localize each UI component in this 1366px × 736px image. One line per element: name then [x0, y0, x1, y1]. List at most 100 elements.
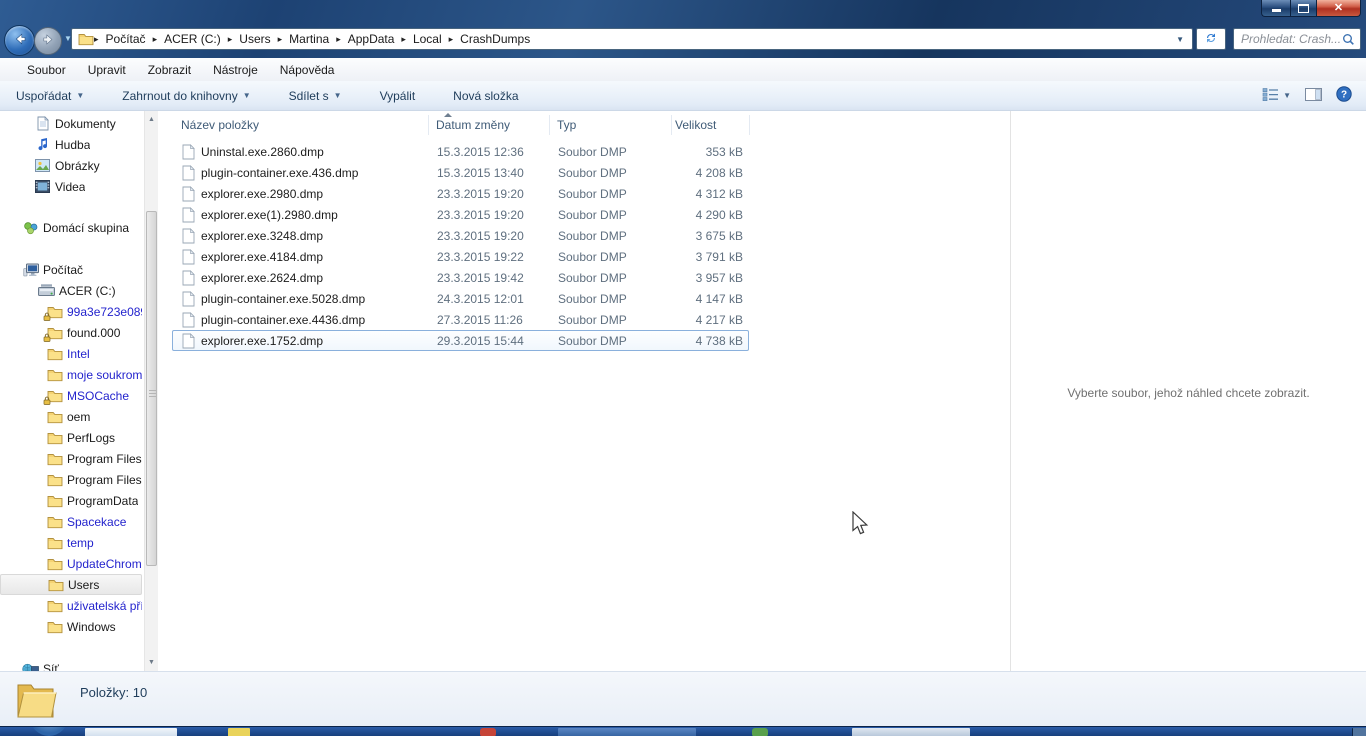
tree-item[interactable]: Windows — [0, 616, 142, 637]
tree-item[interactable]: Dokumenty — [0, 113, 142, 134]
maximize-button[interactable] — [1290, 0, 1317, 17]
table-row[interactable]: explorer.exe.1752.dmp29.3.2015 15:44Soub… — [172, 330, 749, 351]
breadcrumb-segment[interactable]: Počítač — [99, 32, 153, 46]
tree-item[interactable]: Intel — [0, 343, 142, 364]
table-row[interactable]: plugin-container.exe.4436.dmp 27.3.2015 1… — [172, 309, 749, 330]
scroll-up-icon[interactable]: ▲ — [145, 112, 158, 127]
table-row[interactable]: Uninstal.exe.2860.dmp15.3.2015 12:36Soub… — [172, 141, 749, 162]
views-button[interactable]: ▼ — [1262, 88, 1291, 104]
table-row[interactable]: explorer.exe.4184.dmp23.3.2015 19:22Soub… — [172, 246, 749, 267]
taskbar-icon-notes[interactable] — [228, 728, 250, 736]
scrollbar-thumb[interactable] — [146, 211, 157, 566]
tree-item[interactable]: ACER (C:) — [0, 280, 142, 301]
breadcrumb-segment[interactable]: ACER (C:) — [157, 32, 228, 46]
sidebar-scrollbar[interactable]: ▲ ▼ — [144, 111, 158, 671]
table-row[interactable]: explorer.exe.2624.dmp23.3.2015 19:42Soub… — [172, 267, 749, 288]
network-icon — [22, 662, 39, 672]
taskbar-icon-red[interactable] — [480, 728, 496, 736]
close-button[interactable]: ✕ — [1317, 0, 1361, 17]
tree-item[interactable]: Program Files ( — [0, 469, 142, 490]
tree-item[interactable]: ProgramData — [0, 490, 142, 511]
tree-item[interactable]: temp — [0, 532, 142, 553]
forward-button[interactable] — [34, 27, 62, 55]
taskbar-icon-green[interactable] — [752, 728, 768, 736]
table-row[interactable]: plugin-container.exe.5028.dmp24.3.2015 1… — [172, 288, 749, 309]
picture-icon — [34, 159, 51, 172]
tree-item-label: Windows — [67, 620, 116, 634]
menu-item[interactable]: Zobrazit — [137, 63, 202, 77]
tree-item[interactable]: PerfLogs — [0, 427, 142, 448]
breadcrumb-segment[interactable]: Martina — [282, 32, 336, 46]
column-divider[interactable] — [749, 115, 750, 135]
menu-item[interactable]: Nápověda — [269, 63, 346, 77]
command-toolbar: Uspořádat▼ Zahrnout do knihovny▼ Sdílet s▼… — [0, 81, 1366, 111]
scroll-down-icon[interactable]: ▼ — [145, 655, 158, 670]
folder-large-icon — [14, 676, 58, 726]
menu-item[interactable]: Nástroje — [202, 63, 269, 77]
tree-item[interactable]: Domácí skupina — [0, 217, 142, 238]
file-date: 23.3.2015 19:20 — [437, 229, 524, 243]
folder-icon — [46, 389, 63, 403]
help-button[interactable]: ? — [1336, 86, 1352, 105]
back-button[interactable] — [4, 25, 35, 56]
taskbar-button-explorer[interactable] — [85, 728, 177, 736]
table-row[interactable]: explorer.exe.3248.dmp23.3.2015 19:20Soub… — [172, 225, 749, 246]
tree-item[interactable]: Spacekace — [0, 511, 142, 532]
column-header-type[interactable]: Typ — [557, 118, 576, 132]
file-type: Soubor DMP — [558, 334, 627, 348]
show-desktop-button[interactable] — [1352, 728, 1366, 736]
tree-item[interactable]: Program Files — [0, 448, 142, 469]
tree-item[interactable]: MSOCache — [0, 385, 142, 406]
tree-item[interactable]: Síť — [0, 658, 142, 671]
window-controls: ✕ — [1261, 0, 1361, 17]
tree-item[interactable]: Obrázky — [0, 155, 142, 176]
breadcrumb-segment[interactable]: CrashDumps — [453, 32, 537, 46]
column-divider[interactable] — [671, 115, 672, 135]
column-header-name[interactable]: Název položky — [181, 118, 259, 132]
tree-item[interactable]: Počítač — [0, 259, 142, 280]
taskbar-button-gray[interactable] — [852, 728, 970, 736]
column-header-size[interactable]: Velikost — [675, 118, 716, 132]
menu-item[interactable]: Upravit — [77, 63, 137, 77]
tree-item[interactable]: oem — [0, 406, 142, 427]
chevron-down-icon: ▼ — [76, 91, 84, 100]
search-icon[interactable] — [1342, 33, 1355, 46]
dmp-file-icon — [182, 165, 195, 181]
breadcrumb-segment[interactable]: AppData — [341, 32, 402, 46]
tree-item[interactable]: UpdateChrome — [0, 553, 142, 574]
refresh-button[interactable] — [1196, 28, 1226, 50]
breadcrumb-segment[interactable]: Users — [232, 32, 277, 46]
breadcrumb-segment[interactable]: Local — [406, 32, 449, 46]
tree-item[interactable]: uživatelská přír — [0, 595, 142, 616]
file-date: 27.3.2015 11:26 — [437, 313, 523, 327]
toolbar-button[interactable]: Vypálit — [368, 84, 428, 108]
dmp-file-icon — [182, 249, 195, 265]
table-row[interactable]: explorer.exe(1).2980.dmp23.3.2015 19:20S… — [172, 204, 749, 225]
file-name: plugin-container.exe.4436.dmp — [201, 313, 365, 327]
toolbar-button[interactable]: Uspořádat▼ — [4, 84, 96, 108]
toolbar-button[interactable]: Nová složka — [441, 84, 530, 108]
address-history-caret-icon[interactable]: ▼ — [1168, 35, 1192, 44]
column-divider[interactable] — [549, 115, 550, 135]
search-input[interactable] — [1234, 31, 1342, 47]
folder-icon — [46, 515, 63, 529]
tree-item[interactable]: Hudba — [0, 134, 142, 155]
tree-item[interactable]: moje soukrom — [0, 364, 142, 385]
tree-item[interactable]: Videa — [0, 176, 142, 197]
tree-item[interactable]: Users — [0, 574, 142, 595]
column-divider[interactable] — [428, 115, 429, 135]
table-row[interactable]: explorer.exe.2980.dmp23.3.2015 19:20Soub… — [172, 183, 749, 204]
taskbar-button-blue[interactable] — [558, 728, 696, 736]
tree-item[interactable]: found.000 — [0, 322, 142, 343]
preview-pane-button[interactable] — [1305, 88, 1322, 104]
column-header-date[interactable]: Datum změny — [436, 118, 510, 132]
address-bar[interactable]: ▸Počítač▸ACER (C:)▸Users▸Martina▸AppData… — [71, 28, 1193, 50]
toolbar-button[interactable]: Zahrnout do knihovny▼ — [110, 84, 262, 108]
minimize-button[interactable] — [1261, 0, 1290, 17]
toolbar-button[interactable]: Sdílet s▼ — [277, 84, 354, 108]
tree-item[interactable]: 99a3e723e0899 — [0, 301, 142, 322]
file-name: explorer.exe.2980.dmp — [201, 187, 323, 201]
menu-item[interactable]: Soubor — [16, 63, 77, 77]
table-row[interactable]: plugin-container.exe.436.dmp15.3.2015 13… — [172, 162, 749, 183]
start-orb-icon[interactable] — [30, 726, 68, 736]
